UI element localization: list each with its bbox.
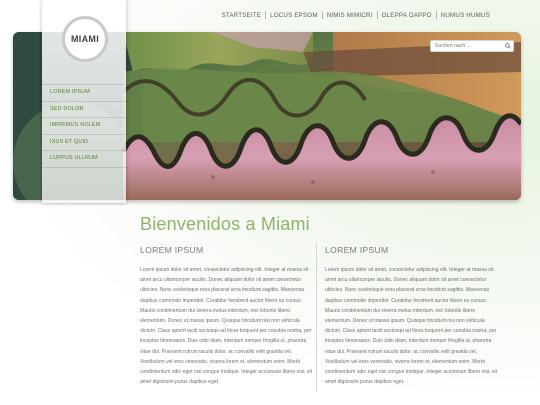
sidebar-item-sed-dolor[interactable]: SED DOLOR — [42, 102, 126, 118]
content-column-right: LOREM IPSUM Lorem ipsum dolor sit amet, … — [325, 245, 501, 387]
sidebar-item-ixus-et-quid[interactable]: IXUS ET QUID — [42, 135, 126, 151]
sidebar: MIAMI LOREM IPSUM SED DOLOR IMPRIMUS NOL… — [42, 0, 126, 203]
content-column-left: LOREM IPSUM Lorem ipsum dolor sit amet, … — [140, 245, 316, 387]
logo[interactable]: MIAMI — [62, 16, 108, 62]
nav-item-startseite[interactable]: STARTSEITE — [218, 12, 266, 19]
column-divider — [316, 242, 317, 392]
sidebar-menu: LOREM IPSUM SED DOLOR IMPRIMUS NOLEM IXU… — [42, 84, 126, 168]
search-input[interactable] — [431, 41, 503, 51]
logo-text: MIAMI — [71, 34, 99, 44]
nav-item-oleppa-oappo[interactable]: OLEPPA OAPPO — [378, 12, 436, 19]
sidebar-item-lorem-ipsum[interactable]: LOREM IPSUM — [42, 84, 126, 102]
search-box — [430, 40, 514, 52]
column-heading: LOREM IPSUM — [325, 245, 389, 255]
nav-item-nimis-mimicri[interactable]: NIMIS MIMICRI — [323, 12, 377, 19]
top-navigation: STARTSEITE LOCUS EPSOM NIMIS MIMICRI OLE… — [218, 11, 495, 19]
column-heading: LOREM IPSUM — [140, 245, 204, 255]
nav-item-locus-epsom[interactable]: LOCUS EPSOM — [266, 12, 322, 19]
search-icon[interactable] — [503, 41, 513, 51]
page-title: Bienvenidos a Miami — [140, 214, 310, 234]
sidebar-item-luppus-ullrum[interactable]: LUPPUS ULLRUM — [42, 151, 126, 168]
column-body-text: Lorem ipsum dolor sit amet, consectetur … — [140, 267, 312, 386]
nav-item-numus-humus[interactable]: NUMUS HUMUS — [437, 12, 494, 19]
column-body-text: Lorem ipsum dolor sit amet, consectetur … — [325, 267, 497, 386]
sidebar-item-imprimus-nolem[interactable]: IMPRIMUS NOLEM — [42, 118, 126, 135]
